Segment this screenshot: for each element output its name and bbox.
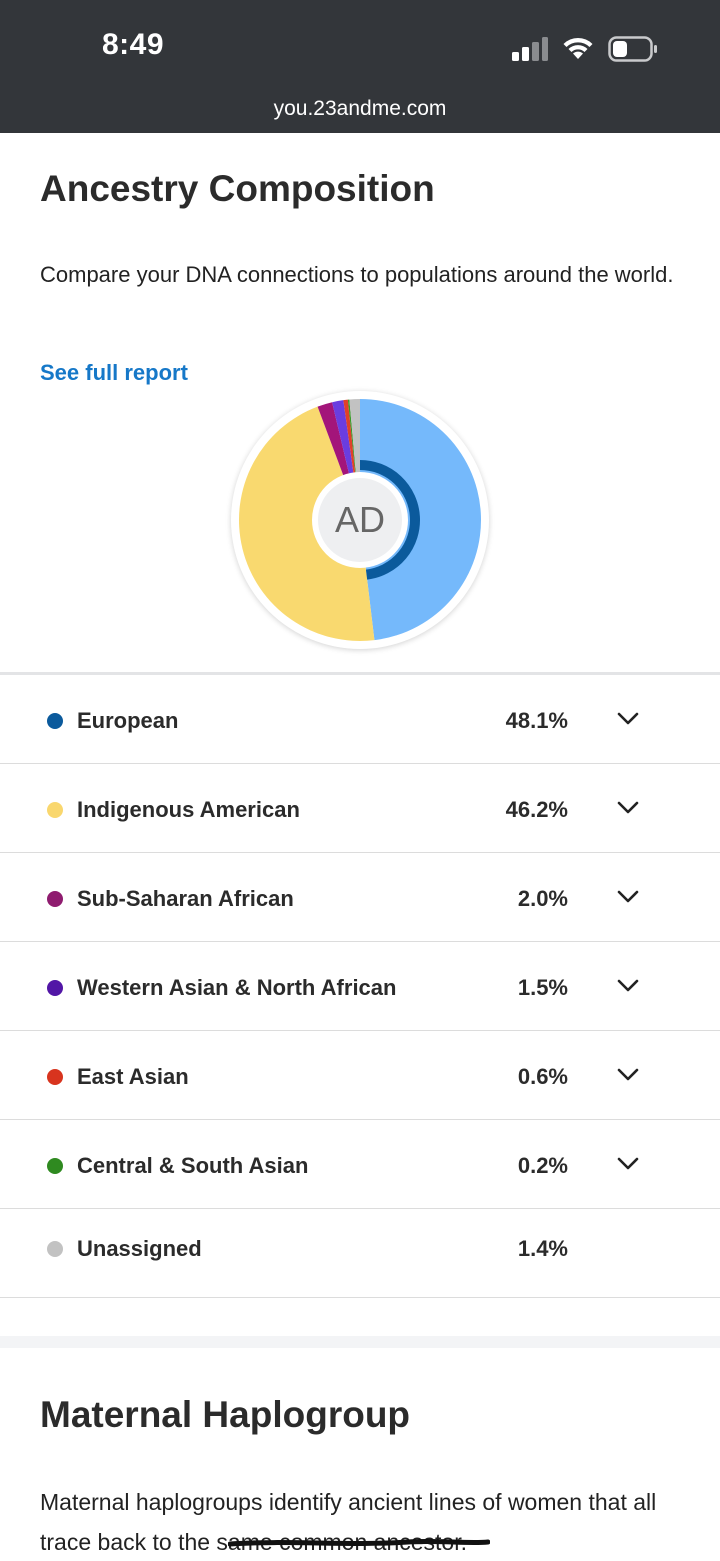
population-color-dot: [47, 891, 63, 907]
wifi-icon: [563, 37, 593, 59]
signal-icon: [512, 37, 548, 61]
population-color-dot: [47, 1069, 63, 1085]
population-percent: 1.5%: [517, 975, 568, 1000]
list-item-east-asian[interactable]: East Asian 0.6%: [0, 1031, 720, 1120]
chevron-down-icon[interactable]: [617, 800, 639, 816]
chevron-down-icon[interactable]: [617, 889, 639, 905]
redaction-scribble: [228, 1538, 490, 1547]
population-percent: 46.2%: [505, 797, 568, 822]
address-bar-url[interactable]: you.23andme.com: [0, 97, 720, 121]
population-label: East Asian: [77, 1064, 189, 1089]
population-percent: 2.0%: [517, 886, 568, 911]
list-item-central-south-asian[interactable]: Central & South Asian 0.2%: [0, 1120, 720, 1209]
population-label: Unassigned: [77, 1236, 202, 1261]
system-icons: [512, 34, 658, 64]
list-item-european[interactable]: European 48.1%: [0, 675, 720, 764]
population-percent: 0.2%: [517, 1153, 568, 1178]
list-item-western-asian-north-african[interactable]: Western Asian & North African 1.5%: [0, 942, 720, 1031]
population-color-dot: [47, 980, 63, 996]
avatar: AD: [312, 472, 408, 568]
population-label: Central & South Asian: [77, 1153, 309, 1178]
population-percent: 0.6%: [517, 1064, 568, 1089]
population-percent: 48.1%: [505, 708, 568, 733]
chevron-down-icon[interactable]: [617, 978, 639, 994]
ancestry-description: Compare your DNA connections to populati…: [40, 262, 674, 287]
list-item-indigenous-american[interactable]: Indigenous American 46.2%: [0, 764, 720, 853]
ancestry-title: Ancestry Composition: [40, 168, 435, 209]
population-color-dot: [47, 713, 63, 729]
population-label: Western Asian & North African: [77, 975, 397, 1000]
maternal-haplogroup-title: Maternal Haplogroup: [40, 1394, 411, 1435]
battery-icon: [608, 36, 657, 62]
population-color-dot: [47, 802, 63, 818]
population-label: European: [77, 708, 179, 733]
list-item-sub-saharan-african[interactable]: Sub-Saharan African 2.0%: [0, 853, 720, 942]
clock: 8:49: [102, 28, 165, 61]
population-label: Indigenous American: [77, 797, 300, 822]
see-full-report-link[interactable]: See full report: [40, 360, 188, 386]
ancestry-list: European 48.1% Indigenous American 46.2%…: [0, 672, 720, 1298]
status-bar: 8:49 you.23andme.com: [0, 0, 720, 133]
section-divider: [0, 1336, 720, 1348]
population-color-dot: [47, 1241, 63, 1257]
population-percent: 1.4%: [517, 1236, 568, 1261]
chevron-down-icon[interactable]: [617, 711, 639, 727]
maternal-haplogroup-description: Maternal haplogroups identify ancient li…: [40, 1489, 657, 1555]
chevron-down-icon[interactable]: [617, 1156, 639, 1172]
list-item-unassigned: Unassigned 1.4%: [0, 1209, 720, 1298]
chevron-down-icon[interactable]: [617, 1067, 639, 1083]
population-color-dot: [47, 1158, 63, 1174]
population-label: Sub-Saharan African: [77, 886, 294, 911]
